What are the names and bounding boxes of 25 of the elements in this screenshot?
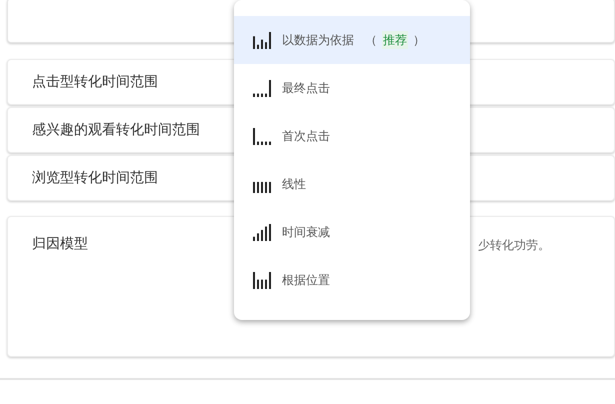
row-label: 感兴趣的观看转化时间范围 <box>32 120 200 140</box>
bar-chart-icon <box>253 224 271 240</box>
description-text: 少转化功劳。 <box>478 237 550 254</box>
row-label: 浏览型转化时间范围 <box>32 168 158 188</box>
bar-chart-icon <box>253 272 271 288</box>
row-label: 点击型转化时间范围 <box>32 72 158 92</box>
menu-item[interactable]: 根据位置 <box>234 256 470 304</box>
menu-item-label: 时间衰减 <box>282 224 330 241</box>
row-label: 归因模型 <box>32 235 89 254</box>
menu-item-label: 线性 <box>282 176 306 193</box>
menu-item[interactable]: 最终点击 <box>234 64 470 112</box>
menu-item[interactable]: 首次点击 <box>234 112 470 160</box>
parenthesis: ） <box>413 32 425 49</box>
menu-item-label: 首次点击 <box>282 128 330 145</box>
menu-item-label: 最终点击 <box>282 80 330 97</box>
menu-item-label: 以数据为依据 <box>282 32 354 49</box>
parenthesis: （ <box>365 32 377 49</box>
recommended-badge: 推荐 <box>382 31 408 49</box>
menu-item[interactable]: 时间衰减 <box>234 208 470 256</box>
bar-chart-icon <box>253 128 271 144</box>
bar-chart-icon <box>253 32 271 48</box>
menu-item-label: 根据位置 <box>282 272 330 289</box>
bar-chart-icon <box>253 80 271 96</box>
menu-item[interactable]: 线性 <box>234 160 470 208</box>
menu-item[interactable]: 以数据为依据 （ 推荐 ） <box>234 16 470 64</box>
